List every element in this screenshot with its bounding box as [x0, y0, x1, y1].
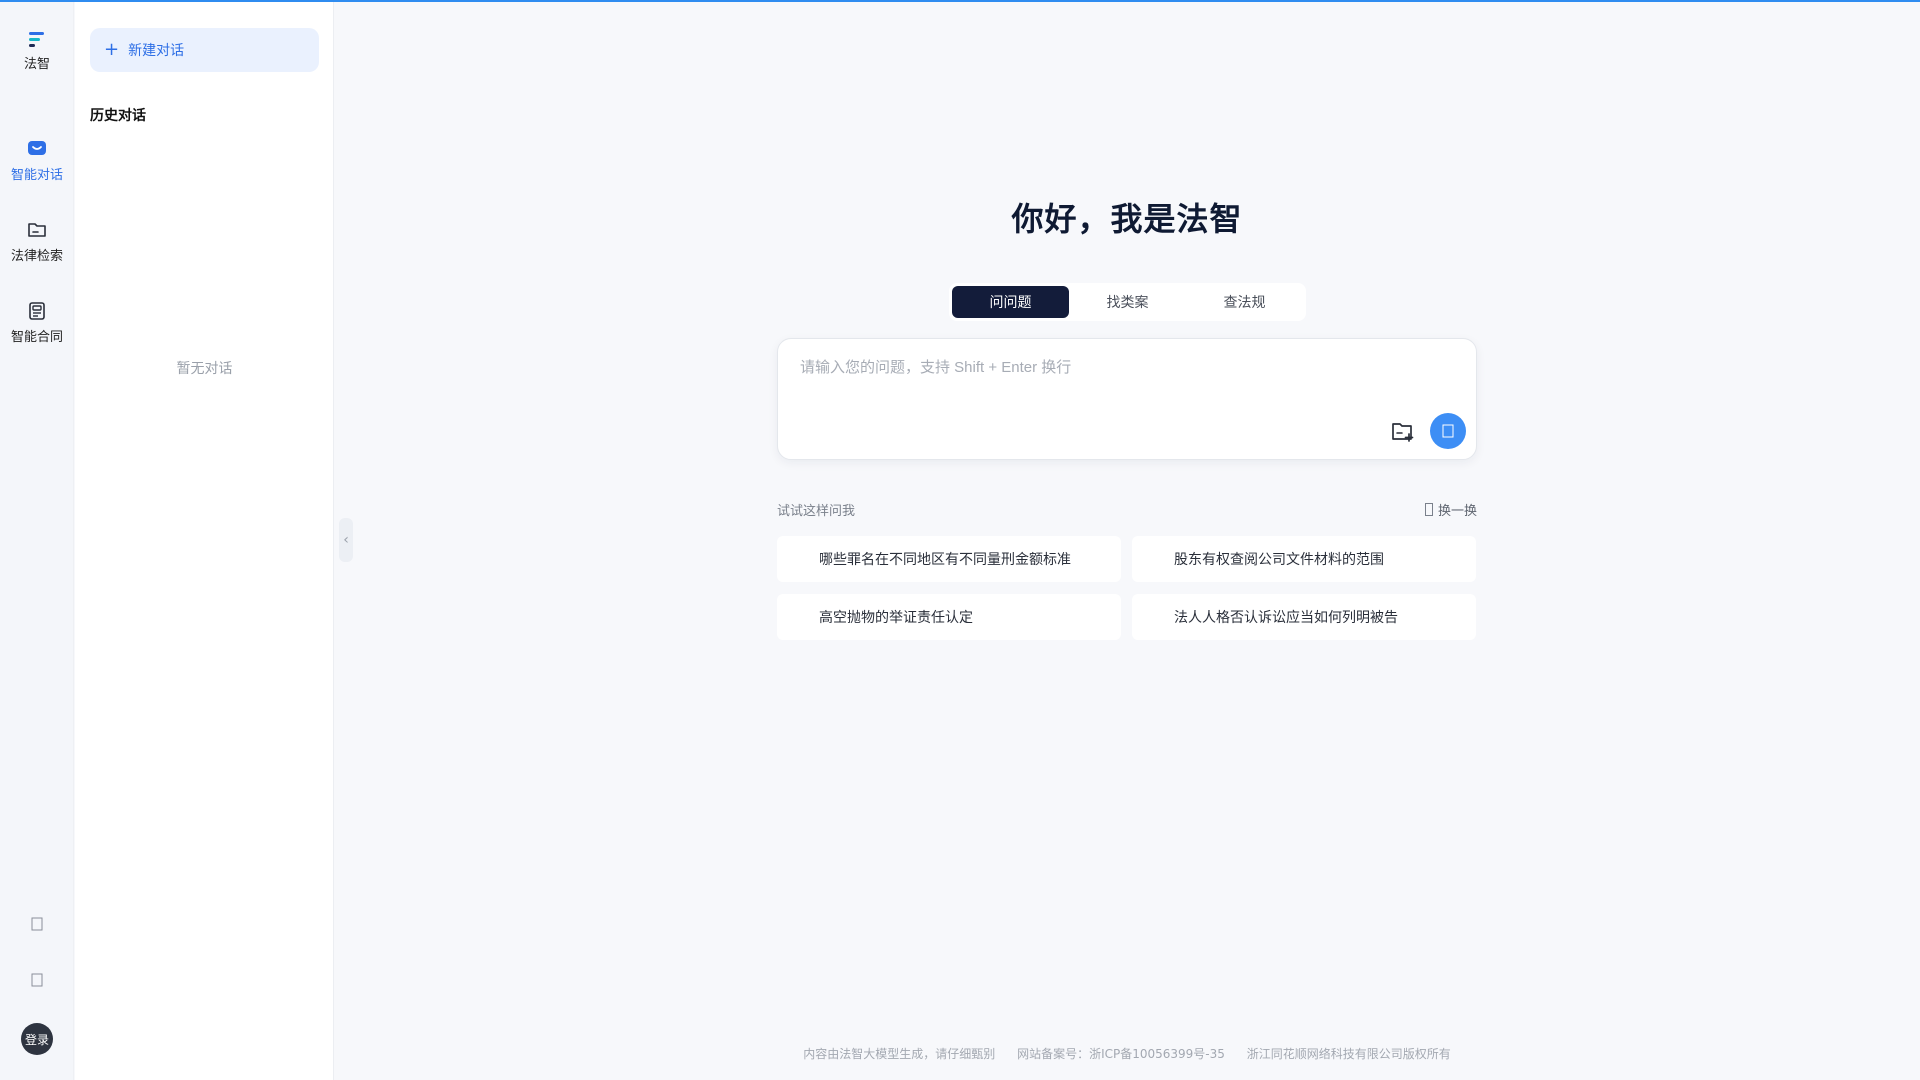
suggestion-card[interactable]: 哪些罪名在不同地区有不同量刑金额标准 — [777, 536, 1121, 582]
mode-tabs: 问问题 找类案 查法规 — [949, 283, 1306, 321]
suggestion-card[interactable]: 法人人格否认诉讼应当如何列明被告 — [1132, 594, 1476, 640]
rail-item-contract[interactable]: 智能合同 — [0, 300, 74, 345]
suggestions-header: 试试这样问我 换一换 — [777, 500, 1477, 520]
refresh-label: 换一换 — [1437, 504, 1477, 519]
chevron-left-icon: ‹ — [343, 532, 349, 548]
logo-text: 法智 — [23, 57, 50, 72]
new-chat-button[interactable]: + 新建对话 — [90, 28, 319, 72]
question-input-box — [777, 338, 1477, 460]
suggestion-card[interactable]: 股东有权查阅公司文件材料的范围 — [1132, 536, 1476, 582]
history-title: 历史对话 — [90, 108, 146, 124]
footer-disclaimer: 内容由法智大模型生成，请仔细甄别 — [803, 1047, 996, 1061]
greeting-text: 你好，我是法智 — [1011, 200, 1243, 238]
collapse-sidebar-handle[interactable]: ‹ — [339, 518, 353, 562]
tab-ask-question[interactable]: 问问题 — [952, 286, 1069, 318]
suggestion-card[interactable]: 高空抛物的举证责任认定 — [777, 594, 1121, 640]
question-input[interactable] — [798, 354, 1438, 404]
chat-icon — [26, 138, 48, 160]
rail-item-chat[interactable]: 智能对话 — [0, 138, 74, 183]
history-empty-text: 暂无对话 — [176, 361, 233, 377]
folder-upload-icon — [1392, 423, 1414, 442]
settings-icon[interactable] — [27, 914, 47, 934]
rail-item-label: 智能对话 — [10, 168, 63, 183]
contract-icon — [26, 300, 48, 322]
tab-search-regulations[interactable]: 查法规 — [1186, 286, 1303, 318]
footer: 内容由法智大模型生成，请仔细甄别 网站备案号：浙ICP备10056399号-35… — [334, 1045, 1920, 1062]
new-chat-label: 新建对话 — [128, 43, 185, 59]
rail-item-label: 智能合同 — [10, 330, 63, 345]
rail-item-label: 法律检索 — [10, 249, 63, 264]
history-panel: + 新建对话 历史对话 暂无对话 — [75, 2, 334, 1080]
refresh-icon — [1424, 503, 1433, 516]
app-logo[interactable]: 法智 — [0, 28, 74, 72]
tab-find-cases[interactable]: 找类案 — [1069, 286, 1186, 318]
login-avatar[interactable]: 登录 — [21, 1023, 53, 1055]
suggestions-label: 试试这样问我 — [777, 504, 856, 519]
send-icon — [1442, 424, 1454, 438]
footer-icp-link[interactable]: 网站备案号：浙ICP备10056399号-35 — [1017, 1047, 1225, 1061]
logo-icon — [26, 28, 48, 50]
left-rail: 法智 智能对话 法律检索 智能合同 登录 — [0, 2, 74, 1080]
help-icon[interactable] — [27, 970, 47, 990]
footer-copyright: 浙江同花顺网络科技有限公司版权所有 — [1246, 1047, 1451, 1061]
refresh-suggestions-button[interactable]: 换一换 — [1424, 500, 1477, 519]
greeting-title: 你好，我是法智 — [0, 194, 1920, 240]
upload-file-button[interactable] — [1390, 419, 1416, 445]
send-button[interactable] — [1430, 413, 1466, 449]
plus-icon: + — [104, 39, 120, 60]
